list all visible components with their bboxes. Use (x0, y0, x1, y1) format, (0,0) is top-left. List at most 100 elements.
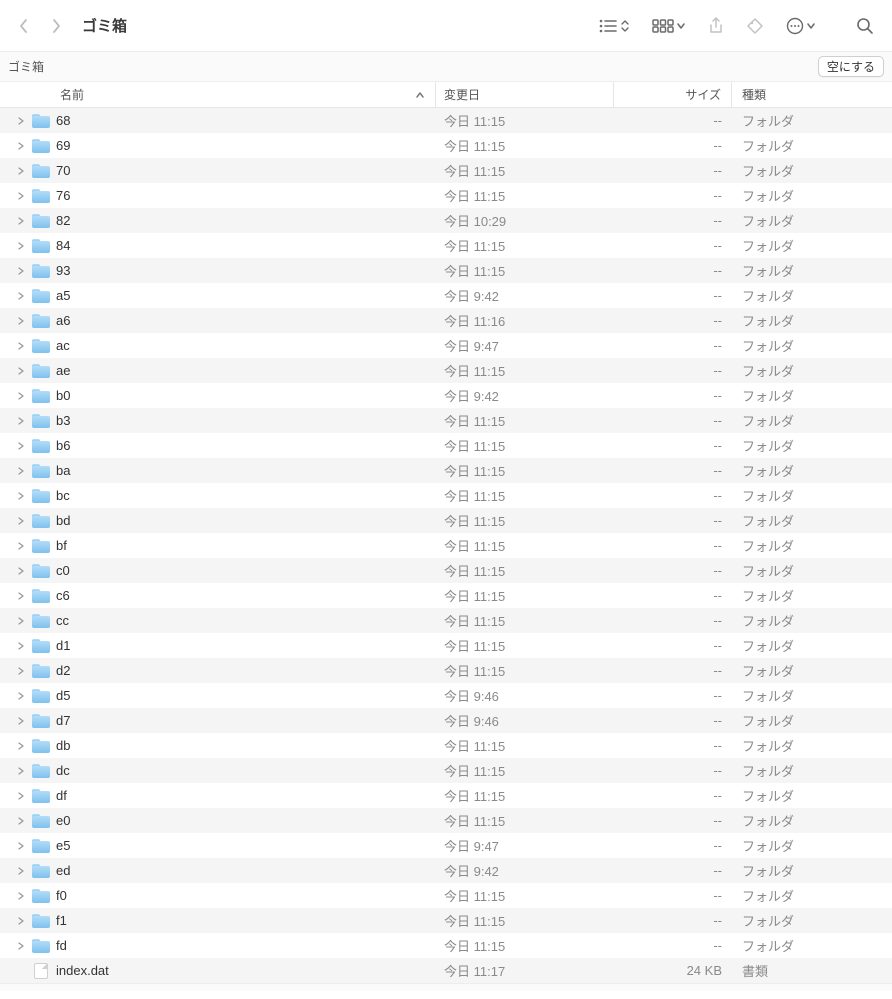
table-row[interactable]: d1今日 11:15--フォルダ (0, 633, 892, 658)
table-row[interactable]: c0今日 11:15--フォルダ (0, 558, 892, 583)
disclosure-triangle-icon[interactable] (16, 116, 26, 126)
folder-icon (32, 739, 50, 753)
table-row[interactable]: e5今日 9:47--フォルダ (0, 833, 892, 858)
disclosure-triangle-icon[interactable] (16, 616, 26, 626)
table-row[interactable]: db今日 11:15--フォルダ (0, 733, 892, 758)
disclosure-triangle-icon[interactable] (16, 166, 26, 176)
more-button[interactable] (784, 10, 818, 42)
table-row[interactable]: df今日 11:15--フォルダ (0, 783, 892, 808)
disclosure-triangle-icon[interactable] (16, 466, 26, 476)
cell-name: ae (0, 363, 436, 378)
folder-icon (32, 514, 50, 528)
disclosure-triangle-icon[interactable] (16, 191, 26, 201)
table-row[interactable]: 70今日 11:15--フォルダ (0, 158, 892, 183)
table-row[interactable]: a6今日 11:16--フォルダ (0, 308, 892, 333)
cell-name: bc (0, 488, 436, 503)
disclosure-triangle-icon[interactable] (16, 441, 26, 451)
cell-modified: 今日 11:15 (436, 136, 614, 155)
table-row[interactable]: d7今日 9:46--フォルダ (0, 708, 892, 733)
item-name: ae (56, 363, 70, 378)
disclosure-triangle-icon[interactable] (16, 641, 26, 651)
column-size[interactable]: サイズ (614, 82, 732, 107)
disclosure-triangle-icon[interactable] (16, 516, 26, 526)
disclosure-triangle-icon[interactable] (16, 766, 26, 776)
disclosure-triangle-icon[interactable] (16, 566, 26, 576)
table-row[interactable]: d2今日 11:15--フォルダ (0, 658, 892, 683)
cell-size: -- (614, 763, 732, 778)
group-button[interactable] (650, 10, 688, 42)
table-row[interactable]: ae今日 11:15--フォルダ (0, 358, 892, 383)
table-row[interactable]: c6今日 11:15--フォルダ (0, 583, 892, 608)
table-row[interactable]: bc今日 11:15--フォルダ (0, 483, 892, 508)
disclosure-triangle-icon[interactable] (16, 891, 26, 901)
table-row[interactable]: bf今日 11:15--フォルダ (0, 533, 892, 558)
table-row[interactable]: b0今日 9:42--フォルダ (0, 383, 892, 408)
disclosure-triangle-icon[interactable] (16, 266, 26, 276)
back-button[interactable] (10, 12, 38, 40)
disclosure-triangle-icon[interactable] (16, 866, 26, 876)
disclosure-triangle-icon[interactable] (16, 941, 26, 951)
cell-name: 69 (0, 138, 436, 153)
disclosure-triangle-icon[interactable] (16, 741, 26, 751)
disclosure-triangle-icon[interactable] (16, 666, 26, 676)
cell-name: bd (0, 513, 436, 528)
table-row[interactable]: ac今日 9:47--フォルダ (0, 333, 892, 358)
table-row[interactable]: a5今日 9:42--フォルダ (0, 283, 892, 308)
disclosure-triangle-icon[interactable] (16, 291, 26, 301)
column-name[interactable]: 名前 (0, 82, 436, 107)
search-button[interactable] (854, 10, 876, 42)
cell-size: -- (614, 338, 732, 353)
table-row[interactable]: ba今日 11:15--フォルダ (0, 458, 892, 483)
disclosure-triangle-icon[interactable] (16, 316, 26, 326)
table-row[interactable]: f0今日 11:15--フォルダ (0, 883, 892, 908)
cell-name: bf (0, 538, 436, 553)
table-row[interactable]: index.dat今日 11:1724 KB書類 (0, 958, 892, 983)
disclosure-triangle-icon[interactable] (16, 691, 26, 701)
share-button[interactable] (706, 10, 726, 42)
table-row[interactable]: 69今日 11:15--フォルダ (0, 133, 892, 158)
cell-name: 84 (0, 238, 436, 253)
disclosure-triangle-icon[interactable] (16, 141, 26, 151)
disclosure-triangle-icon[interactable] (16, 916, 26, 926)
cell-name: cc (0, 613, 436, 628)
cell-size: -- (614, 888, 732, 903)
table-row[interactable]: d5今日 9:46--フォルダ (0, 683, 892, 708)
folder-icon (32, 889, 50, 903)
column-kind[interactable]: 種類 (732, 82, 892, 107)
forward-button[interactable] (42, 12, 70, 40)
table-row[interactable]: 68今日 11:15--フォルダ (0, 108, 892, 133)
table-row[interactable]: 76今日 11:15--フォルダ (0, 183, 892, 208)
table-row[interactable]: 82今日 10:29--フォルダ (0, 208, 892, 233)
cell-name: ba (0, 463, 436, 478)
disclosure-triangle-icon[interactable] (16, 491, 26, 501)
disclosure-triangle-icon[interactable] (16, 591, 26, 601)
table-row[interactable]: 84今日 11:15--フォルダ (0, 233, 892, 258)
table-row[interactable]: f1今日 11:15--フォルダ (0, 908, 892, 933)
disclosure-triangle-icon[interactable] (16, 541, 26, 551)
table-row[interactable]: 93今日 11:15--フォルダ (0, 258, 892, 283)
table-row[interactable]: bd今日 11:15--フォルダ (0, 508, 892, 533)
disclosure-triangle-icon[interactable] (16, 216, 26, 226)
column-modified[interactable]: 変更日 (436, 82, 614, 107)
view-list-button[interactable] (596, 10, 632, 42)
table-row[interactable]: cc今日 11:15--フォルダ (0, 608, 892, 633)
disclosure-triangle-icon[interactable] (16, 416, 26, 426)
table-row[interactable]: ed今日 9:42--フォルダ (0, 858, 892, 883)
disclosure-triangle-icon[interactable] (16, 391, 26, 401)
empty-trash-button[interactable]: 空にする (818, 56, 884, 77)
cell-size: -- (614, 138, 732, 153)
disclosure-triangle-icon[interactable] (16, 816, 26, 826)
tags-button[interactable] (744, 10, 766, 42)
disclosure-triangle-icon[interactable] (16, 366, 26, 376)
disclosure-triangle-icon[interactable] (16, 841, 26, 851)
table-row[interactable]: e0今日 11:15--フォルダ (0, 808, 892, 833)
disclosure-triangle-icon[interactable] (16, 241, 26, 251)
disclosure-triangle-icon[interactable] (16, 716, 26, 726)
table-row[interactable]: b6今日 11:15--フォルダ (0, 433, 892, 458)
table-row[interactable]: fd今日 11:15--フォルダ (0, 933, 892, 958)
disclosure-triangle-icon[interactable] (16, 791, 26, 801)
disclosure-triangle-icon[interactable] (16, 341, 26, 351)
cell-kind: フォルダ (732, 161, 892, 180)
table-row[interactable]: dc今日 11:15--フォルダ (0, 758, 892, 783)
table-row[interactable]: b3今日 11:15--フォルダ (0, 408, 892, 433)
